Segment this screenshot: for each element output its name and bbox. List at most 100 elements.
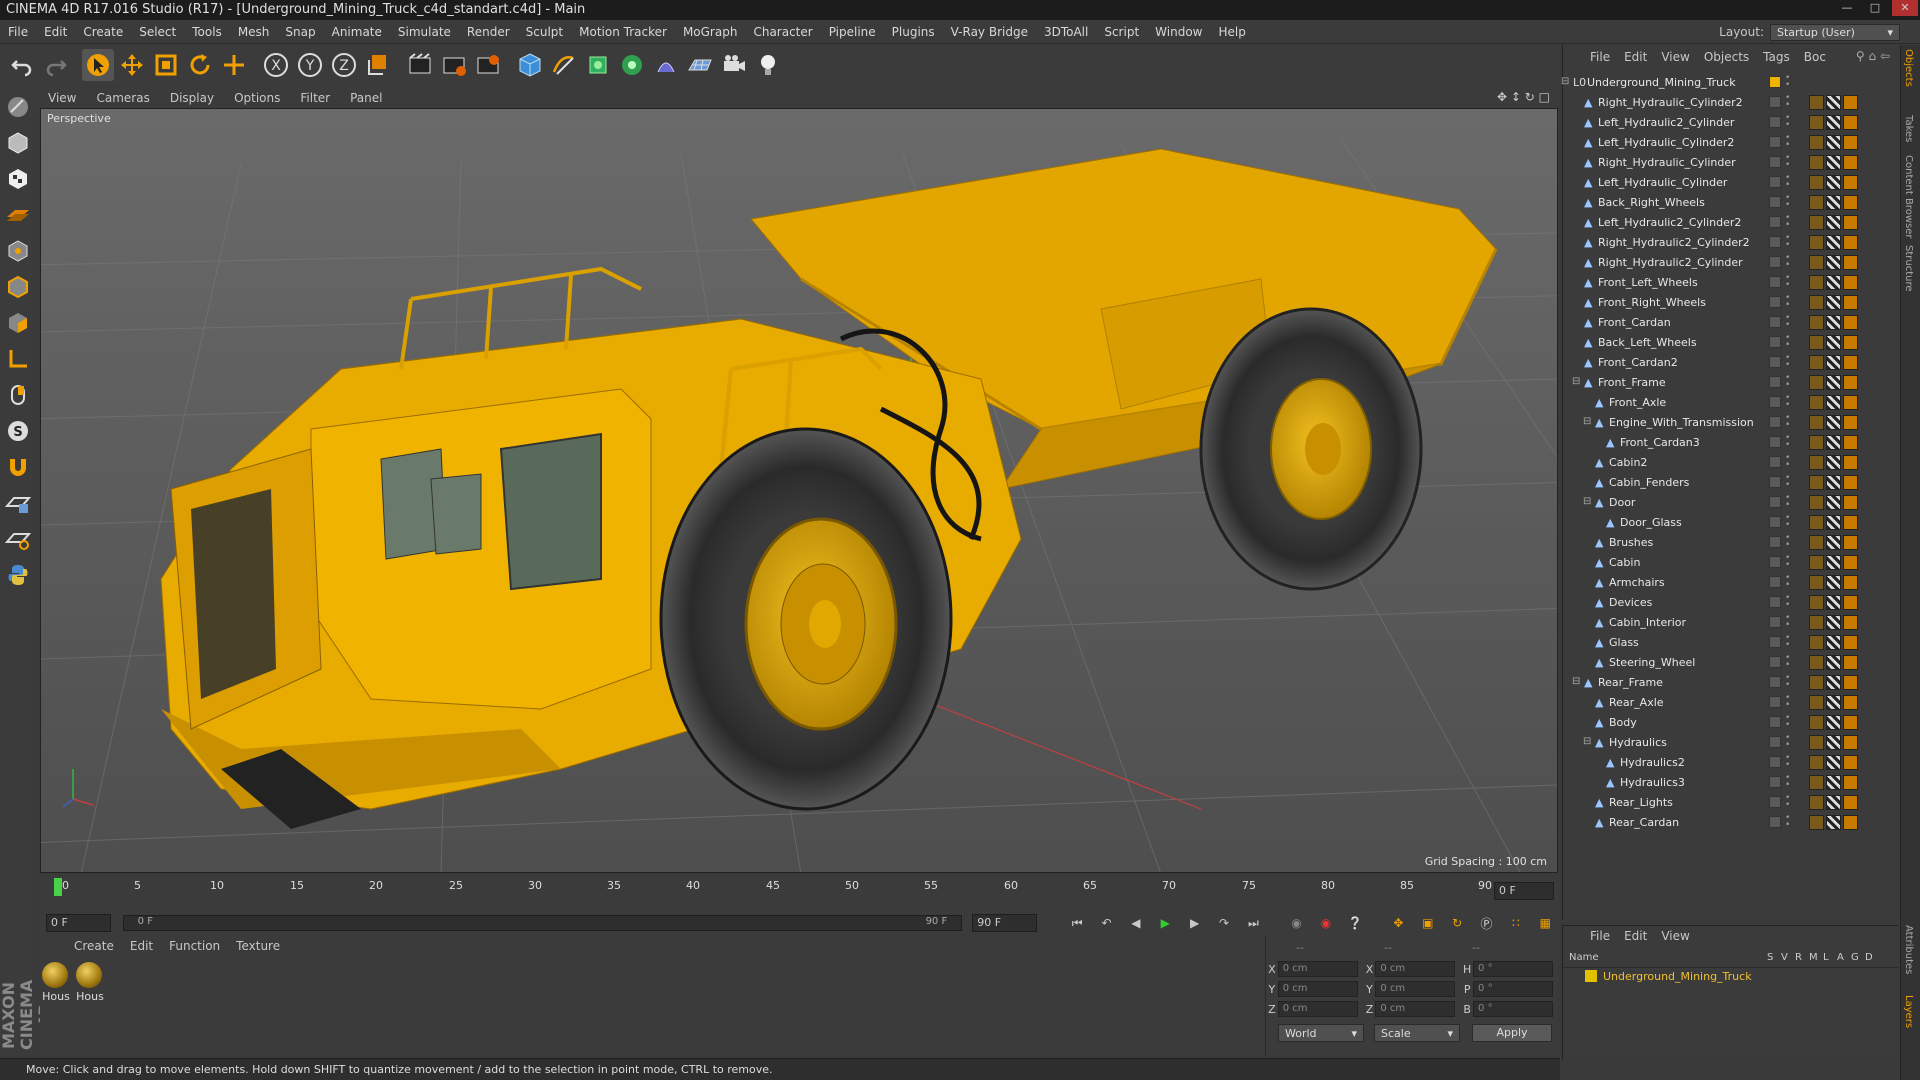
object-row[interactable]: ▲ Left_Hydraulic_Cylinder2 • •	[1563, 133, 1899, 153]
start-frame-field[interactable]: 0 F	[46, 914, 111, 932]
phong-tag-icon[interactable]	[1843, 195, 1858, 210]
object-name[interactable]: Rear_Frame	[1598, 676, 1663, 689]
menu-create[interactable]: Create	[75, 25, 131, 39]
om-menu-tags[interactable]: Tags	[1756, 50, 1797, 64]
step-forward-icon[interactable]: ▶	[1182, 912, 1207, 934]
material-tag-icon[interactable]	[1809, 355, 1824, 370]
material-tag-icon[interactable]	[1809, 655, 1824, 670]
phong-tag-icon[interactable]	[1843, 335, 1858, 350]
edit-render-settings-icon[interactable]	[472, 49, 504, 81]
texture-tag-icon[interactable]	[1826, 395, 1841, 410]
material-tag-icon[interactable]	[1809, 335, 1824, 350]
object-name[interactable]: Front_Left_Wheels	[1598, 276, 1698, 289]
object-name[interactable]: Cabin_Interior	[1609, 616, 1686, 629]
layer-visibility-toggle[interactable]	[1769, 736, 1781, 748]
object-row[interactable]: ▲ Cabin • •	[1563, 553, 1899, 573]
texture-tag-icon[interactable]	[1826, 495, 1841, 510]
render-visibility-dots[interactable]: • •	[1785, 674, 1791, 690]
material-tag-icon[interactable]	[1809, 235, 1824, 250]
material-tag-icon[interactable]	[1809, 515, 1824, 530]
menu-window[interactable]: Window	[1147, 25, 1210, 39]
light-icon[interactable]	[752, 49, 784, 81]
object-name[interactable]: Glass	[1609, 636, 1639, 649]
om-menu-file[interactable]: File	[1583, 50, 1617, 64]
object-name[interactable]: Right_Hydraulic_Cylinder2	[1598, 96, 1743, 109]
phong-tag-icon[interactable]	[1843, 515, 1858, 530]
object-row[interactable]: ▲ Cabin_Fenders • •	[1563, 473, 1899, 493]
menu-select[interactable]: Select	[131, 25, 184, 39]
layer-visibility-toggle[interactable]	[1769, 436, 1781, 448]
move-plus-icon[interactable]	[218, 49, 250, 81]
rotation-p-field[interactable]: 0 °	[1473, 981, 1554, 997]
object-row[interactable]: ▲ Rear_Cardan • •	[1563, 813, 1899, 833]
phong-tag-icon[interactable]	[1843, 355, 1858, 370]
render-visibility-dots[interactable]: • •	[1785, 574, 1791, 590]
material-tag-icon[interactable]	[1809, 215, 1824, 230]
phong-tag-icon[interactable]	[1843, 255, 1858, 270]
expand-toggle-icon[interactable]: ⊟	[1583, 496, 1595, 508]
object-row[interactable]: ▲ Left_Hydraulic2_Cylinder2 • •	[1563, 213, 1899, 233]
phong-tag-icon[interactable]	[1843, 155, 1858, 170]
texture-tag-icon[interactable]	[1826, 275, 1841, 290]
pen-spline-icon[interactable]	[548, 49, 580, 81]
layer-visibility-toggle[interactable]	[1769, 296, 1781, 308]
object-name[interactable]: Right_Hydraulic2_Cylinder2	[1598, 236, 1750, 249]
phong-tag-icon[interactable]	[1843, 495, 1858, 510]
key-move-icon[interactable]: ✥	[1386, 912, 1411, 934]
phong-tag-icon[interactable]	[1843, 795, 1858, 810]
layer-visibility-toggle[interactable]	[1769, 576, 1781, 588]
object-name[interactable]: Body	[1609, 716, 1637, 729]
timeline-window-icon[interactable]: ▦	[1533, 912, 1558, 934]
menu-help[interactable]: Help	[1210, 25, 1253, 39]
coordinate-system-icon[interactable]	[362, 49, 394, 81]
menu-vray-bridge[interactable]: V-Ray Bridge	[943, 25, 1036, 39]
texture-tag-icon[interactable]	[1826, 235, 1841, 250]
material-tag-icon[interactable]	[1809, 595, 1824, 610]
object-row[interactable]: ▲ Armchairs • •	[1563, 573, 1899, 593]
select-arrow-icon[interactable]	[82, 49, 114, 81]
object-row[interactable]: ⊟ ▲ Hydraulics • •	[1563, 733, 1899, 753]
object-name[interactable]: Devices	[1609, 596, 1652, 609]
perspective-viewport[interactable]: Perspective Grid Spacing : 100 cm	[40, 108, 1558, 873]
range-slider[interactable]: 0 F 90 F	[122, 915, 963, 931]
phong-tag-icon[interactable]	[1843, 135, 1858, 150]
texture-tag-icon[interactable]	[1826, 215, 1841, 230]
material-menu-create[interactable]: Create	[66, 939, 122, 953]
render-picture-viewer-icon[interactable]	[438, 49, 470, 81]
material-tag-icon[interactable]	[1809, 695, 1824, 710]
layer-visibility-toggle[interactable]	[1769, 396, 1781, 408]
object-name[interactable]: Front_Cardan2	[1598, 356, 1678, 369]
expand-toggle-icon[interactable]: ⊟	[1583, 736, 1595, 748]
render-visibility-dots[interactable]: • •	[1785, 474, 1791, 490]
layer-visibility-toggle[interactable]	[1769, 236, 1781, 248]
key-param-icon[interactable]: Ⓟ	[1474, 912, 1499, 934]
undo-icon[interactable]	[6, 49, 38, 81]
render-visibility-dots[interactable]: • •	[1785, 114, 1791, 130]
layer-visibility-toggle[interactable]	[1769, 536, 1781, 548]
object-row[interactable]: ▲ Rear_Axle • •	[1563, 693, 1899, 713]
rotation-h-field[interactable]: 0 °	[1473, 961, 1554, 977]
texture-tag-icon[interactable]	[1826, 375, 1841, 390]
layer-visibility-toggle[interactable]	[1769, 216, 1781, 228]
position-y-field[interactable]: 0 cm	[1277, 981, 1358, 997]
object-name[interactable]: Cabin_Fenders	[1609, 476, 1689, 489]
rotate-icon[interactable]	[184, 49, 216, 81]
object-row[interactable]: ⊟ L0 Underground_Mining_Truck • •	[1561, 73, 1899, 93]
render-visibility-dots[interactable]: • •	[1785, 294, 1791, 310]
object-name[interactable]: Front_Frame	[1598, 376, 1666, 389]
tab-takes[interactable]: Takes	[1903, 115, 1914, 142]
coord-mode-dropdown[interactable]: World ▾	[1278, 1024, 1364, 1042]
viewport-menu-display[interactable]: Display	[160, 91, 224, 105]
material-tag-icon[interactable]	[1809, 375, 1824, 390]
workplane-icon[interactable]	[2, 199, 34, 231]
render-visibility-dots[interactable]: • •	[1785, 314, 1791, 330]
render-visibility-dots[interactable]: • •	[1785, 714, 1791, 730]
render-visibility-dots[interactable]: • •	[1785, 454, 1791, 470]
object-name[interactable]: Brushes	[1609, 536, 1653, 549]
object-row[interactable]: ▲ Right_Hydraulic2_Cylinder2 • •	[1563, 233, 1899, 253]
layer-color-swatch[interactable]	[1585, 970, 1597, 982]
object-row[interactable]: ▲ Left_Hydraulic_Cylinder • •	[1563, 173, 1899, 193]
object-name[interactable]: Rear_Cardan	[1609, 816, 1679, 829]
layer-visibility-toggle[interactable]	[1769, 776, 1781, 788]
phong-tag-icon[interactable]	[1843, 175, 1858, 190]
